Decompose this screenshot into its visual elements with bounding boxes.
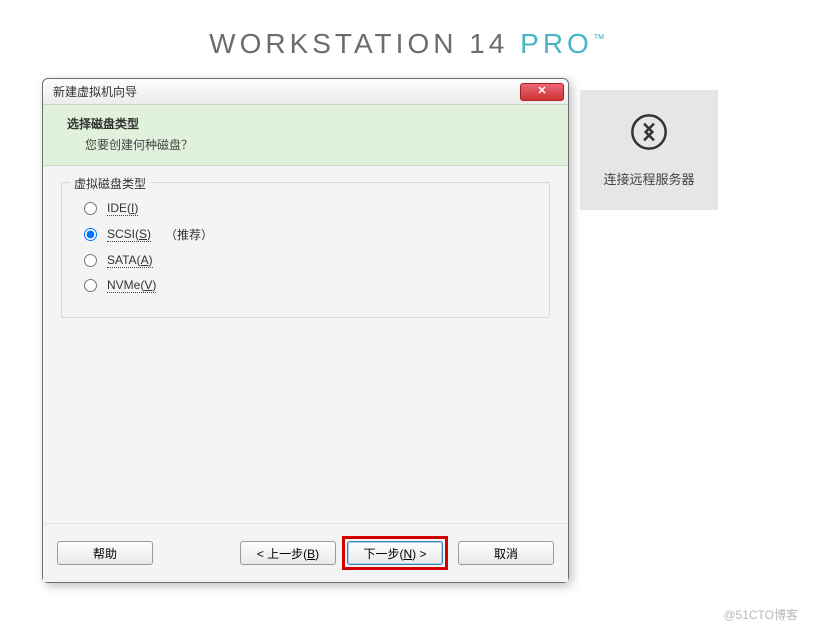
radio-nvme-label: NVMe(V) bbox=[107, 278, 156, 293]
radio-scsi[interactable]: SCSI(S) （推荐） bbox=[84, 226, 535, 243]
dialog-body: 虚拟磁盘类型 IDE(I) SCSI(S) （推荐） SATA(A) NVMe(… bbox=[43, 166, 568, 523]
dialog-heading: 选择磁盘类型 bbox=[67, 115, 550, 132]
dialog-footer: 帮助 < 上一步(B) 下一步(N) > 取消 bbox=[43, 523, 568, 582]
new-vm-wizard-dialog: 新建虚拟机向导 ✕ 选择磁盘类型 您要创建何种磁盘？ 虚拟磁盘类型 IDE(I)… bbox=[42, 78, 569, 583]
radio-sata-label: SATA(A) bbox=[107, 253, 153, 268]
radio-ide[interactable]: IDE(I) bbox=[84, 201, 535, 216]
radio-nvme[interactable]: NVMe(V) bbox=[84, 278, 535, 293]
radio-ide-input[interactable] bbox=[84, 202, 97, 215]
radio-sata-input[interactable] bbox=[84, 254, 97, 267]
group-legend: 虚拟磁盘类型 bbox=[70, 175, 150, 192]
radio-ide-label: IDE(I) bbox=[107, 201, 138, 216]
radio-nvme-input[interactable] bbox=[84, 279, 97, 292]
next-button[interactable]: 下一步(N) > bbox=[347, 541, 443, 565]
back-button[interactable]: < 上一步(B) bbox=[240, 541, 336, 565]
help-button[interactable]: 帮助 bbox=[57, 541, 153, 565]
connect-remote-label: 连接远程服务器 bbox=[603, 169, 694, 188]
close-icon: ✕ bbox=[537, 86, 546, 97]
cancel-button[interactable]: 取消 bbox=[458, 541, 554, 565]
close-button[interactable]: ✕ bbox=[520, 83, 564, 101]
dialog-title: 新建虚拟机向导 bbox=[53, 83, 520, 100]
connect-remote-icon bbox=[629, 112, 669, 155]
dialog-titlebar: 新建虚拟机向导 ✕ bbox=[43, 79, 568, 105]
dialog-header: 选择磁盘类型 您要创建何种磁盘？ bbox=[43, 105, 568, 166]
radio-sata[interactable]: SATA(A) bbox=[84, 253, 535, 268]
brand-title: WORKSTATION 14 PRO™ bbox=[0, 28, 814, 60]
radio-scsi-input[interactable] bbox=[84, 228, 97, 241]
dialog-subheading: 您要创建何种磁盘？ bbox=[85, 136, 550, 153]
watermark: @51CTO博客 bbox=[723, 606, 798, 623]
disk-type-group: 虚拟磁盘类型 IDE(I) SCSI(S) （推荐） SATA(A) NVMe(… bbox=[61, 182, 550, 318]
radio-scsi-hint: （推荐） bbox=[165, 226, 213, 243]
connect-remote-server-tile[interactable]: 连接远程服务器 bbox=[580, 90, 718, 210]
radio-scsi-label: SCSI(S) bbox=[107, 227, 151, 242]
next-button-highlight: 下一步(N) > bbox=[342, 536, 448, 570]
